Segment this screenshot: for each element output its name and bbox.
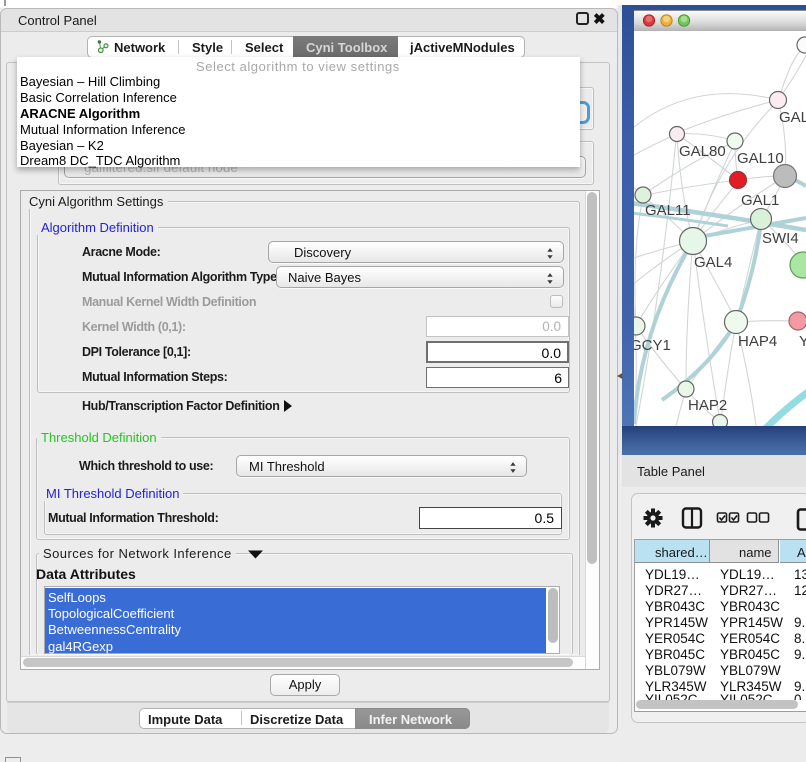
svg-text:GAL80: GAL80 (679, 143, 726, 160)
svg-text:Y: Y (799, 333, 806, 350)
svg-text:GAL4: GAL4 (694, 254, 732, 271)
svg-text:GAL1: GAL1 (741, 192, 779, 209)
svg-text:GCY1: GCY1 (634, 337, 671, 354)
svg-text:GAL10: GAL10 (737, 150, 784, 167)
svg-text:SWI4: SWI4 (762, 230, 799, 247)
svg-text:HAP4: HAP4 (738, 333, 777, 350)
svg-text:GAL7: GAL7 (779, 109, 806, 126)
svg-text:GAL11: GAL11 (645, 202, 691, 219)
svg-text:HAP2: HAP2 (688, 397, 727, 414)
